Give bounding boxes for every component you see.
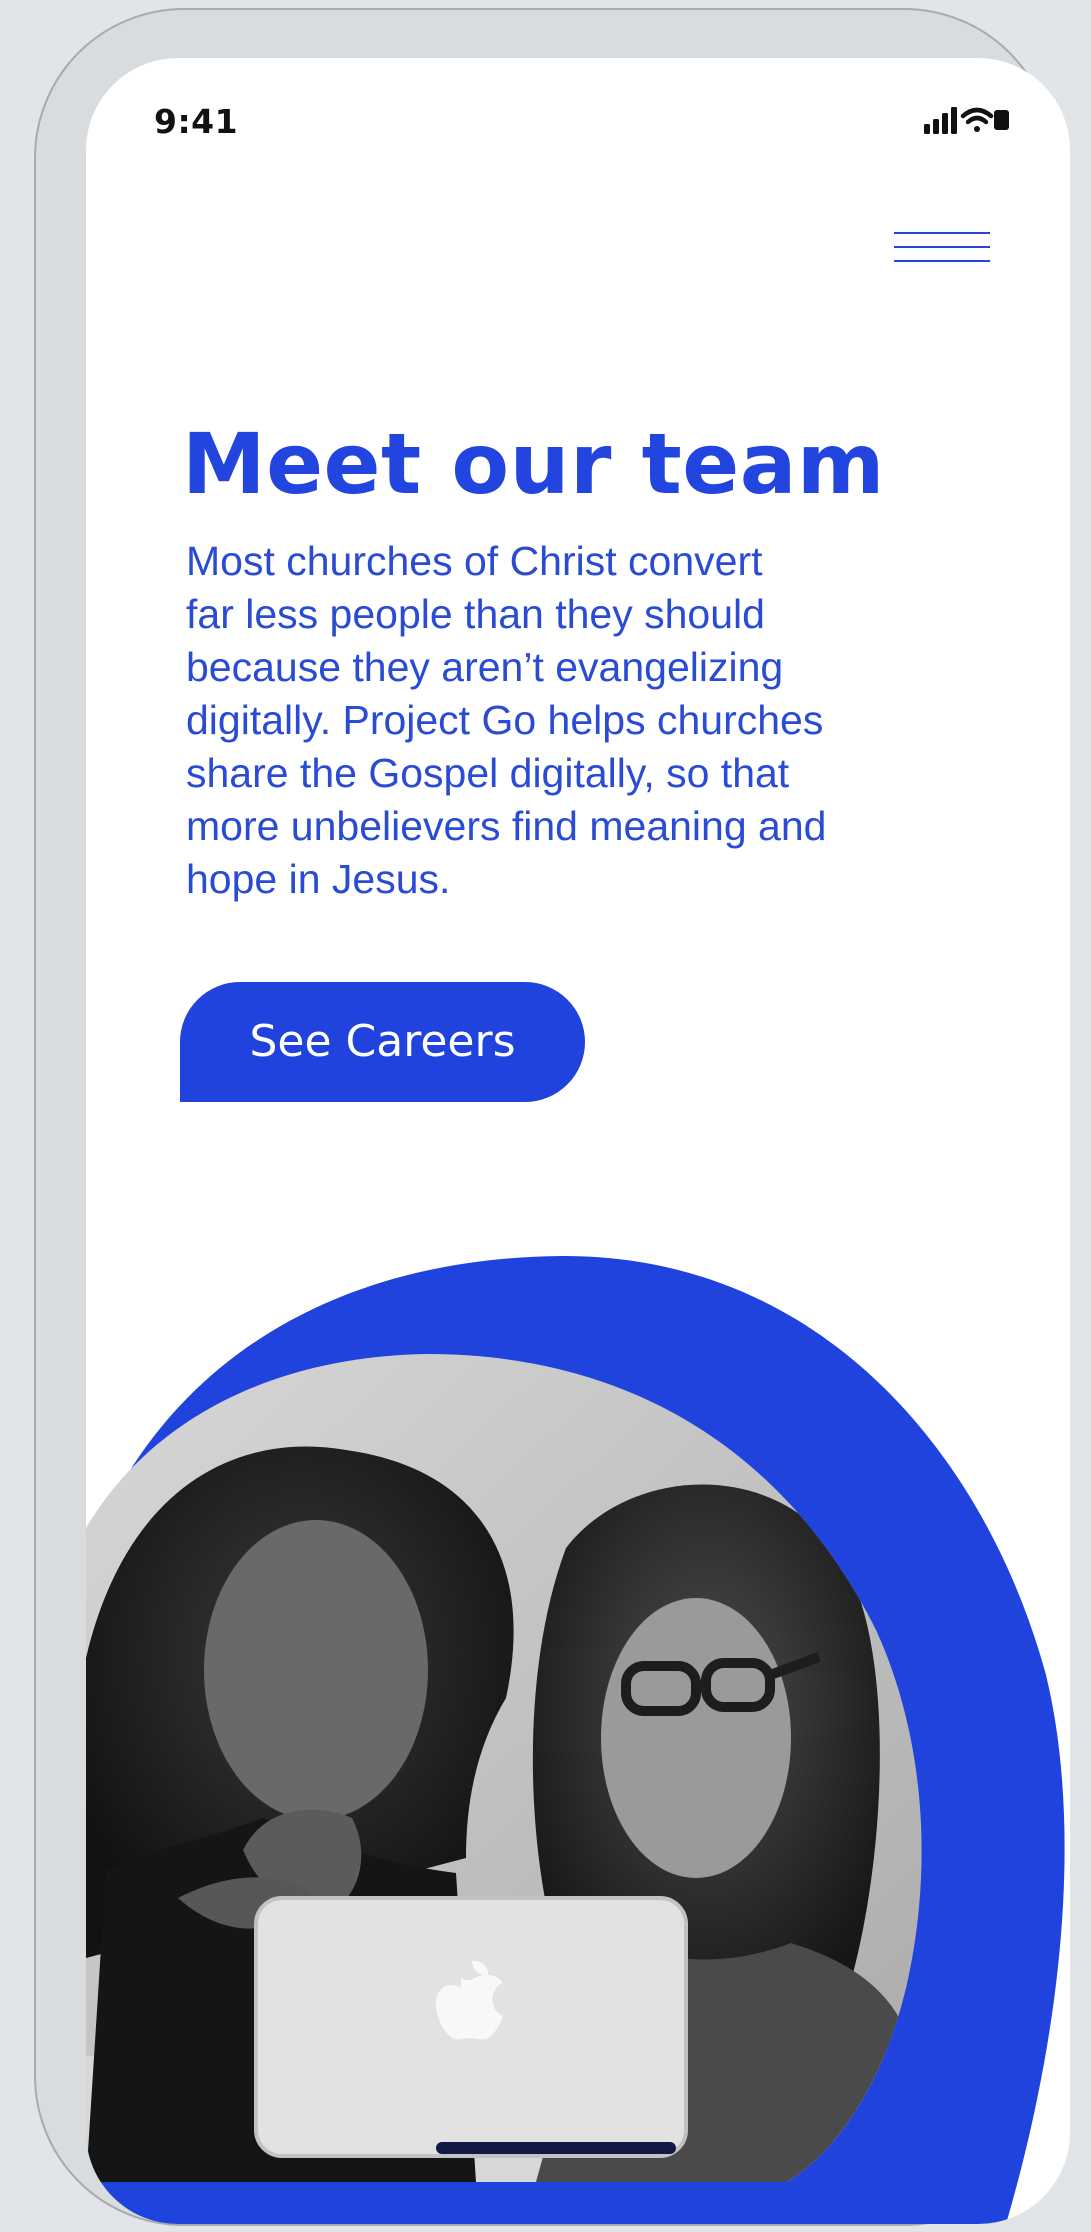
team-photo bbox=[86, 1354, 922, 2182]
menu-line bbox=[894, 246, 990, 248]
wifi-icon bbox=[960, 107, 994, 132]
battery-icon bbox=[994, 110, 1009, 130]
menu-line bbox=[894, 260, 990, 262]
phone-screen: 9:41 Meet our team Most churches of Chri… bbox=[86, 58, 1070, 2224]
hero-description: Most churches of Christ convert far less… bbox=[186, 538, 827, 902]
see-careers-button[interactable]: See Careers bbox=[180, 982, 585, 1102]
status-bar: 9:41 bbox=[86, 58, 1070, 178]
status-time: 9:41 bbox=[154, 102, 239, 141]
menu-line bbox=[894, 232, 990, 234]
status-icons bbox=[924, 107, 1009, 134]
home-indicator[interactable] bbox=[436, 2142, 676, 2154]
cellular-signal-icon bbox=[924, 107, 957, 134]
laptop bbox=[254, 1896, 688, 2158]
page-title: Meet our team bbox=[182, 415, 885, 514]
hamburger-menu-icon[interactable] bbox=[894, 232, 990, 276]
